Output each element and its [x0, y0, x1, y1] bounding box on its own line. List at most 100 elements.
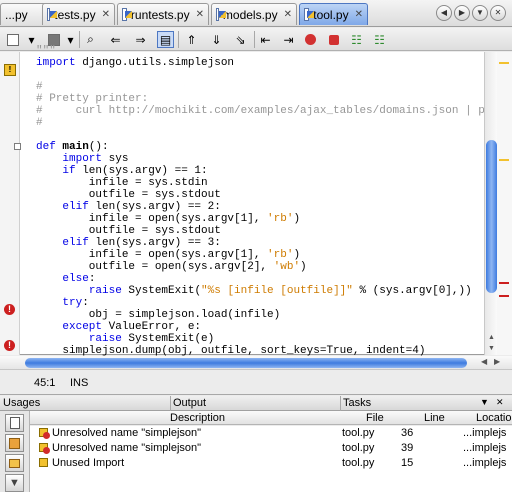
error-marker[interactable] [499, 282, 509, 284]
python-file-icon [47, 8, 58, 21]
toggle-highlight-icon[interactable]: ▤ [157, 31, 174, 48]
close-tab-icon[interactable]: ✕ [102, 9, 110, 20]
close-tab-icon[interactable]: ✕ [284, 9, 292, 20]
error-marker[interactable] [499, 295, 509, 297]
table-row[interactable]: Unresolved name "simplejson" tool.py 39 … [30, 441, 512, 456]
shift-right-icon[interactable]: ⇥ [280, 31, 297, 48]
start-macro-icon[interactable] [302, 31, 319, 48]
table-row[interactable]: Unresolved name "simplejson" tool.py 36 … [30, 426, 512, 441]
tab-tests-py[interactable]: tests.py ✕ [42, 3, 115, 25]
find-icon[interactable]: ⌕ [82, 31, 99, 48]
scroll-right-icon[interactable]: ▶ [494, 357, 500, 366]
tab-tool-py[interactable]: tool.py ✕ [299, 3, 368, 25]
code-line[interactable]: # [36, 81, 43, 93]
column-file[interactable]: File [366, 412, 384, 424]
code-editor[interactable]: ! ! ! """ import django.utils.simplejson #… [0, 45, 512, 369]
show-group-tasks-icon[interactable] [5, 434, 24, 452]
panel-menu-icon[interactable]: ▼ [480, 397, 489, 407]
code-line[interactable]: infile = sys.stdin [36, 177, 208, 189]
warning-marker[interactable] [499, 62, 509, 64]
scroll-left-icon[interactable]: ◀ [481, 357, 487, 366]
error-icon[interactable]: ! [4, 304, 15, 315]
horizontal-scrollbar[interactable]: ◀ ▶ [0, 356, 512, 370]
code-line[interactable]: obj = simplejson.load(infile) [36, 309, 280, 321]
code-line[interactable]: elif len(sys.argv) == 3: [36, 237, 220, 249]
code-line[interactable]: infile = open(sys.argv[1], 'rb') [36, 213, 300, 225]
next-bookmark-icon[interactable]: ⇓ [208, 31, 225, 48]
toolbar-separator [178, 31, 179, 48]
tab-label: tool.py [313, 7, 349, 22]
previous-bookmark-icon[interactable]: ⇑ [183, 31, 200, 48]
task-location: ...implejs [463, 442, 507, 454]
tab-usages[interactable]: Usages [3, 397, 40, 409]
column-line[interactable]: Line [424, 412, 445, 424]
column-description[interactable]: Description [170, 412, 225, 424]
task-line: 39 [401, 442, 414, 454]
code-line[interactable]: except ValueError, e: [36, 321, 201, 333]
code-line[interactable]: # [36, 117, 43, 129]
next-tab-icon[interactable]: ▶ [454, 5, 470, 21]
code-line[interactable]: import sys [36, 153, 128, 165]
uncomment-icon[interactable]: ☷ [371, 31, 388, 48]
prev-tab-icon[interactable]: ◀ [436, 5, 452, 21]
vertical-scrollbar[interactable]: ▲ ▼ [484, 52, 497, 355]
toggle-bookmark-icon[interactable]: ⇘ [232, 31, 249, 48]
code-line[interactable]: elif len(sys.argv) == 2: [36, 201, 220, 213]
forward-dropdown-icon[interactable]: ▾ [62, 31, 79, 48]
code-line[interactable]: outfile = sys.stdout [36, 225, 221, 237]
close-tab-icon[interactable]: ✕ [196, 9, 204, 20]
code-line[interactable]: raise SystemExit("%s [infile [outfile]]"… [36, 285, 472, 297]
python-file-icon [304, 8, 315, 21]
task-file: tool.py [342, 427, 375, 439]
filter-icon[interactable]: ▼ [5, 474, 24, 492]
code-line[interactable]: # curl http://mochikit.com/examples/ajax… [36, 105, 491, 117]
task-file: tool.py [342, 442, 375, 454]
panel-divider [170, 396, 171, 411]
horizontal-scroll-thumb[interactable] [25, 358, 467, 368]
code-line[interactable]: outfile = open(sys.argv[2], 'wb') [36, 261, 307, 273]
error-icon[interactable]: ! [4, 340, 15, 351]
code-line[interactable]: if len(sys.argv) == 1: [36, 165, 207, 177]
error-stripe[interactable] [497, 52, 512, 355]
code-line[interactable]: outfile = sys.stdout [36, 189, 221, 201]
column-location[interactable]: Location [476, 412, 512, 424]
tab-overflow[interactable]: ...py [0, 3, 48, 25]
editor-tab-bar: ...py tests.py ✕ runtests.py ✕ models.py… [0, 0, 512, 27]
shift-left-icon[interactable]: ⇤ [257, 31, 274, 48]
tab-runtests-py[interactable]: runtests.py ✕ [117, 3, 209, 25]
tab-list-icon[interactable]: ▼ [472, 5, 488, 21]
python-file-icon [216, 8, 226, 21]
maximize-icon[interactable]: ✕ [490, 5, 506, 21]
vertical-scroll-thumb[interactable] [486, 140, 497, 293]
code-line[interactable]: infile = open(sys.argv[1], 'rb') [36, 249, 300, 261]
panel-close-icon[interactable]: ✕ [496, 397, 504, 408]
table-row[interactable]: Unused Import tool.py 15 ...implejs [30, 456, 512, 471]
warning-marker[interactable] [499, 159, 509, 161]
code-line[interactable]: import django.utils.simplejson [36, 57, 234, 69]
code-line[interactable]: def main(): [36, 141, 109, 153]
code-line[interactable]: """ [36, 45, 56, 57]
find-next-icon[interactable]: ⇒ [132, 31, 149, 48]
warning-icon[interactable]: ! [4, 64, 16, 76]
tab-models-py[interactable]: models.py ✕ [211, 3, 297, 25]
comment-icon[interactable]: ☷ [348, 31, 365, 48]
fold-toggle-icon[interactable] [14, 143, 21, 150]
back-history-icon[interactable] [4, 31, 21, 48]
tab-label: models.py [222, 7, 278, 22]
stop-macro-icon[interactable] [325, 31, 342, 48]
task-line: 15 [401, 457, 414, 469]
show-project-tasks-icon[interactable] [5, 454, 24, 472]
task-description: Unresolved name "simplejson" [52, 442, 202, 454]
code-line[interactable]: # Pretty printer: [36, 93, 148, 105]
code-line[interactable]: raise SystemExit(e) [36, 333, 214, 345]
tab-output[interactable]: Output [173, 397, 206, 409]
close-tab-icon[interactable]: ✕ [355, 9, 363, 20]
code-line[interactable]: else: [36, 273, 95, 285]
cursor-position: 45:1 [34, 377, 56, 389]
show-file-tasks-icon[interactable] [5, 414, 24, 432]
tab-tasks[interactable]: Tasks [343, 397, 371, 409]
warning-error-icon [39, 428, 50, 439]
code-line[interactable]: try: [36, 297, 88, 309]
find-previous-icon[interactable]: ⇐ [107, 31, 124, 48]
tasks-table: Unresolved name "simplejson" tool.py 36 … [30, 426, 512, 492]
